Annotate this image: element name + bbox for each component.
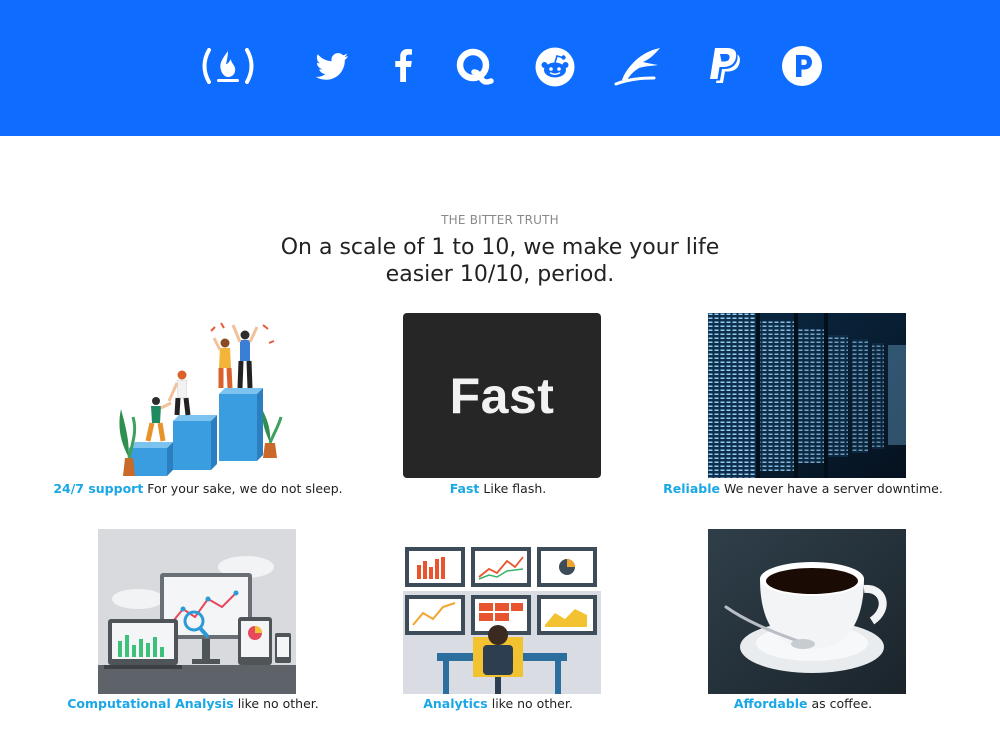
fast-tile-text: Fast (449, 367, 555, 424)
server-room-photo (708, 313, 906, 478)
feature-title-reliable: Reliable (663, 481, 720, 496)
quora-icon[interactable] (453, 42, 495, 90)
feature-title-computational: Computational Analysis (67, 696, 234, 711)
team-climbing-illustration (103, 313, 301, 478)
feature-text-reliable: We never have a server downtime. (723, 481, 943, 496)
computational-analysis-illustration (98, 529, 296, 694)
paypal-icon[interactable] (705, 42, 743, 90)
feature-title-affordable: Affordable (733, 696, 808, 711)
reddit-icon[interactable] (534, 42, 576, 90)
feature-title-support: 24/7 support (53, 481, 144, 496)
feature-text-computational: like no other. (237, 696, 319, 711)
feature-text-analytics: like no other. (491, 696, 573, 711)
feature-title-analytics: Analytics (423, 696, 488, 711)
facebook-icon[interactable] (390, 42, 416, 90)
fast-tile-image: Fast (403, 313, 601, 478)
social-topbar (0, 0, 1000, 136)
freecodecamp-icon[interactable] (200, 42, 256, 90)
headline-line-2: easier 10/10, period. (385, 262, 615, 287)
feature-title-fast: Fast (449, 481, 480, 496)
feature-caption-reliable: Reliable We never have a server downtime… (623, 481, 983, 496)
section-eyebrow: THE BITTER TRUTH (441, 213, 559, 227)
analytics-dashboard-illustration (403, 529, 601, 694)
feature-text-fast: Like flash. (483, 481, 547, 496)
headline-line-1: On a scale of 1 to 10, we make your life (280, 235, 720, 260)
coffee-cup-photo (708, 529, 906, 694)
feather-icon[interactable] (614, 42, 664, 90)
section-headline: On a scale of 1 to 10, we make your life… (0, 234, 1000, 288)
feature-text-affordable: as coffee. (811, 696, 873, 711)
feature-text-support: For your sake, we do not sleep. (147, 481, 343, 496)
feature-caption-affordable: Affordable as coffee. (623, 696, 983, 711)
patreon-icon[interactable] (781, 42, 823, 90)
twitter-icon[interactable] (313, 42, 351, 90)
